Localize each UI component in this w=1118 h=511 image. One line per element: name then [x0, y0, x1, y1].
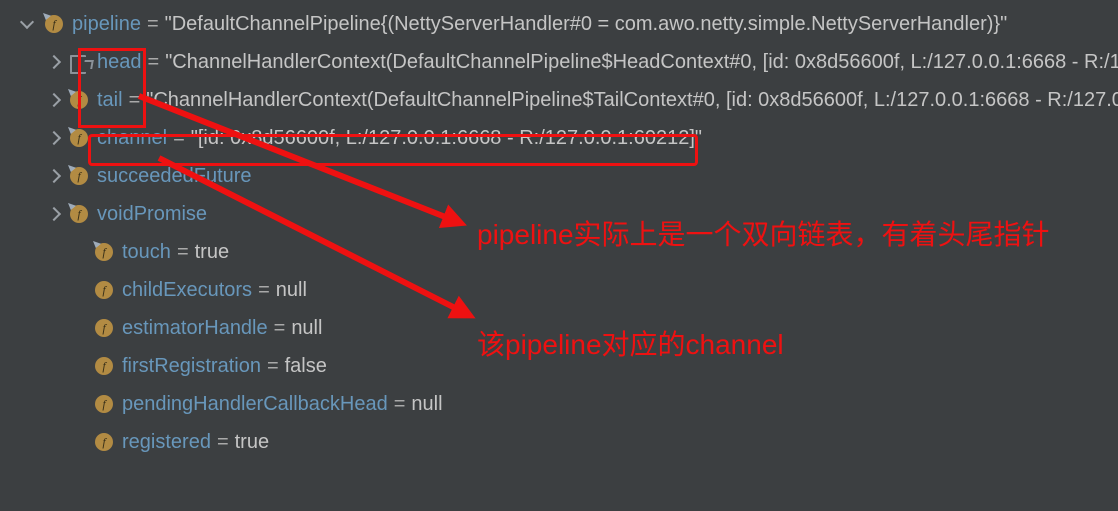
- variable-name: firstRegistration: [122, 355, 261, 377]
- chevron-right-icon[interactable]: [45, 43, 65, 81]
- field-icon-nonstatic: f: [68, 203, 90, 225]
- variable-value: null: [275, 279, 307, 301]
- variable-equals: =: [173, 127, 185, 149]
- annotation-text-channel: 该pipeline对应的channel: [477, 329, 784, 360]
- variable-name: voidPromise: [97, 203, 208, 225]
- variable-equals: =: [147, 51, 160, 73]
- variable-name: channel: [97, 127, 168, 149]
- field-icon-nonstatic: f: [68, 89, 90, 111]
- variable-name: pipeline: [72, 13, 141, 35]
- variable-equals: =: [393, 393, 406, 415]
- variable-value: null: [411, 393, 443, 415]
- tree-row[interactable]: head = "ChannelHandlerContext(DefaultChann…: [0, 43, 1118, 81]
- variable-name: head: [97, 51, 142, 73]
- tree-row[interactable]: f estimatorHandle = null: [0, 309, 322, 347]
- chevron-right-icon[interactable]: [45, 119, 65, 157]
- tree-row[interactable]: f childExecutors = null: [0, 271, 307, 309]
- annotation-text-pipeline: pipeline实际上是一个双向链表，有着头尾指针: [477, 219, 1050, 250]
- variable-value: true: [194, 241, 230, 263]
- variable-value: "ChannelHandlerContext(DefaultChannelPip…: [146, 89, 1118, 111]
- variable-value: true: [234, 431, 270, 453]
- variable-equals: =: [258, 279, 270, 301]
- variable-name: succeededFuture: [97, 165, 252, 187]
- variable-equals: =: [146, 13, 159, 35]
- field-icon-plain: f: [93, 317, 115, 339]
- toggle-spacer: [70, 233, 90, 271]
- chevron-right-icon[interactable]: [45, 157, 65, 195]
- variable-name: tail: [97, 89, 123, 111]
- tree-row[interactable]: f channel = "[id: 0x8d56600f, L:/127.0.0.1:…: [0, 119, 702, 157]
- tree-row[interactable]: f succeededFuture: [0, 157, 252, 195]
- tree-row[interactable]: f pendingHandlerCallbackHead = null: [0, 385, 443, 423]
- tree-row[interactable]: f voidPromise: [0, 195, 207, 233]
- toggle-spacer: [70, 347, 90, 385]
- field-icon-plain: f: [93, 279, 115, 301]
- field-icon-nonstatic: f: [68, 127, 90, 149]
- field-icon-nonstatic: f: [43, 13, 65, 35]
- variable-name: touch: [122, 241, 171, 263]
- variable-value: "[id: 0x8d56600f, L:/127.0.0.1:6668 - R:…: [190, 127, 702, 149]
- field-icon-plain: f: [93, 431, 115, 453]
- toggle-spacer: [70, 309, 90, 347]
- toggle-spacer: [70, 423, 90, 461]
- tree-row[interactable]: f touch = true: [0, 233, 229, 271]
- toggle-spacer: [70, 271, 90, 309]
- variable-value: "ChannelHandlerContext(DefaultChannelPip…: [165, 51, 1118, 73]
- field-icon-nonstatic: f: [93, 241, 115, 263]
- variable-value: false: [284, 355, 327, 377]
- tree-row[interactable]: f registered = true: [0, 423, 269, 461]
- variable-equals: =: [266, 355, 279, 377]
- variable-equals: =: [176, 241, 189, 263]
- chevron-down-icon[interactable]: [20, 5, 40, 43]
- field-icon-obscured: [68, 51, 90, 74]
- variable-equals: =: [216, 431, 229, 453]
- field-icon-plain: f: [93, 393, 115, 415]
- field-icon-plain: f: [93, 355, 115, 377]
- variable-name: registered: [122, 431, 211, 453]
- tree-row[interactable]: f firstRegistration = false: [0, 347, 327, 385]
- tree-row[interactable]: f pipeline = "DefaultChannelPipeline{(Netty…: [0, 5, 1007, 43]
- variable-equals: =: [273, 317, 286, 339]
- field-icon-nonstatic: f: [68, 165, 90, 187]
- chevron-right-icon[interactable]: [45, 195, 65, 233]
- variable-equals: =: [128, 89, 141, 111]
- variable-value: null: [291, 317, 323, 339]
- debugger-variables-panel: f pipeline = "DefaultChannelPipeline{(Netty…: [0, 0, 1118, 511]
- variable-name: pendingHandlerCallbackHead: [122, 393, 388, 415]
- variable-value: "DefaultChannelPipeline{(NettyServerHand…: [164, 13, 1008, 35]
- variable-name: estimatorHandle: [122, 317, 268, 339]
- variable-name: childExecutors: [122, 279, 253, 301]
- toggle-spacer: [70, 385, 90, 423]
- tree-row[interactable]: f tail = "ChannelHandlerContext(DefaultChan…: [0, 81, 1118, 119]
- chevron-right-icon[interactable]: [45, 81, 65, 119]
